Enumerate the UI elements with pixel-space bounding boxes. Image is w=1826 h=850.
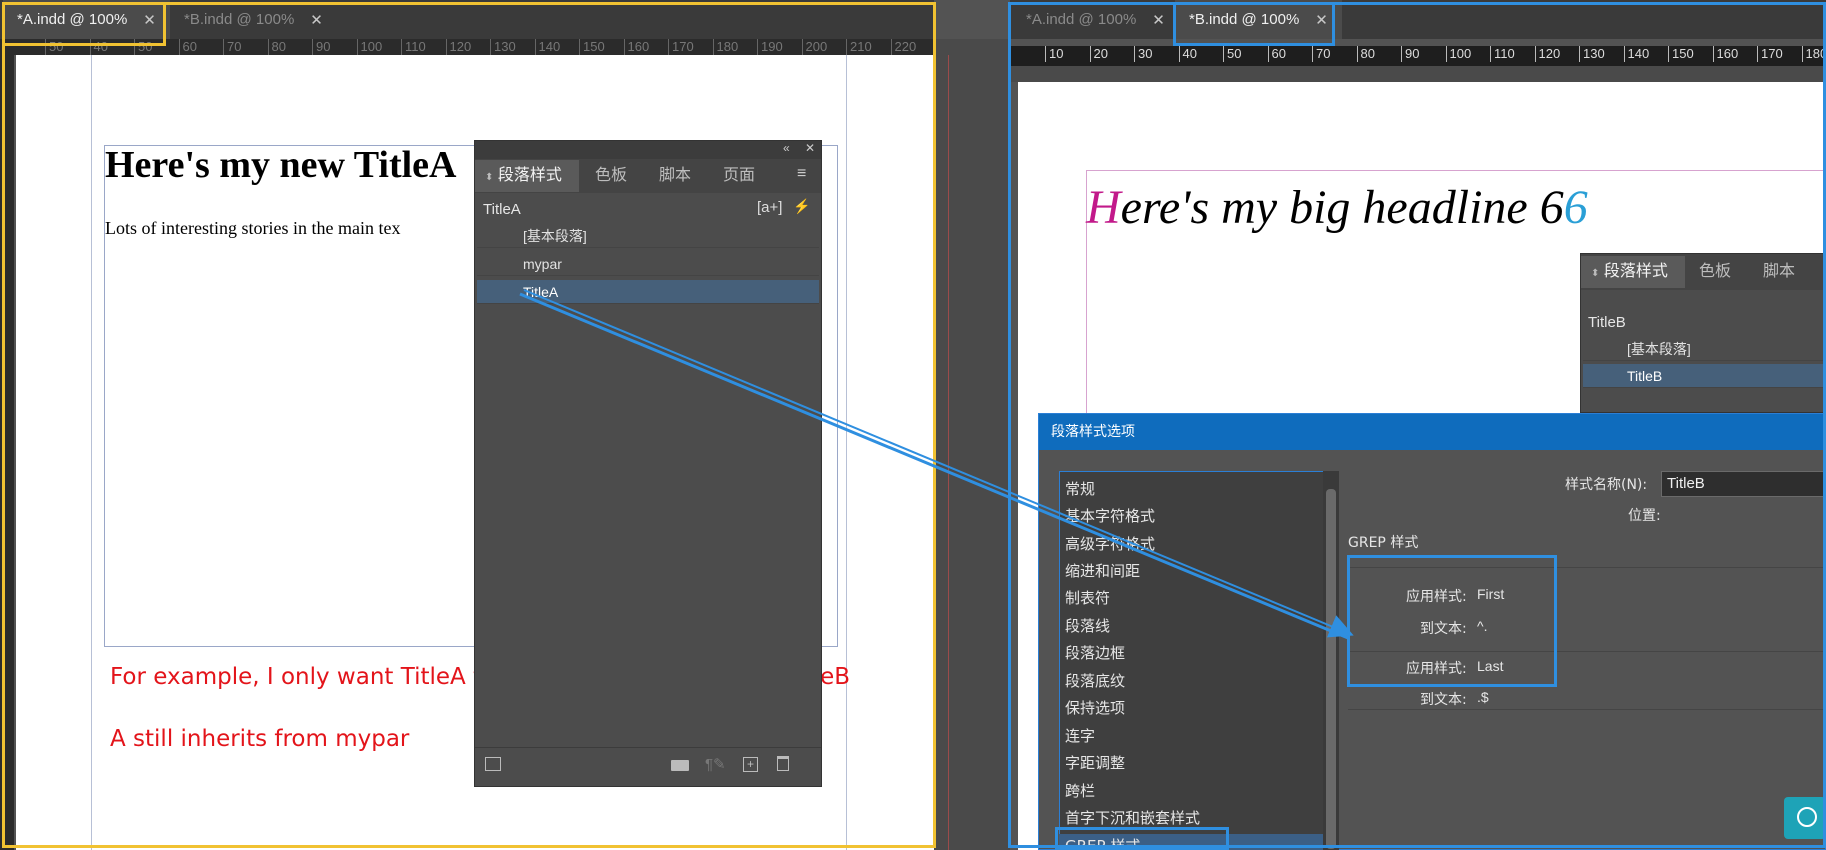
connector-arrow bbox=[519, 289, 1354, 640]
